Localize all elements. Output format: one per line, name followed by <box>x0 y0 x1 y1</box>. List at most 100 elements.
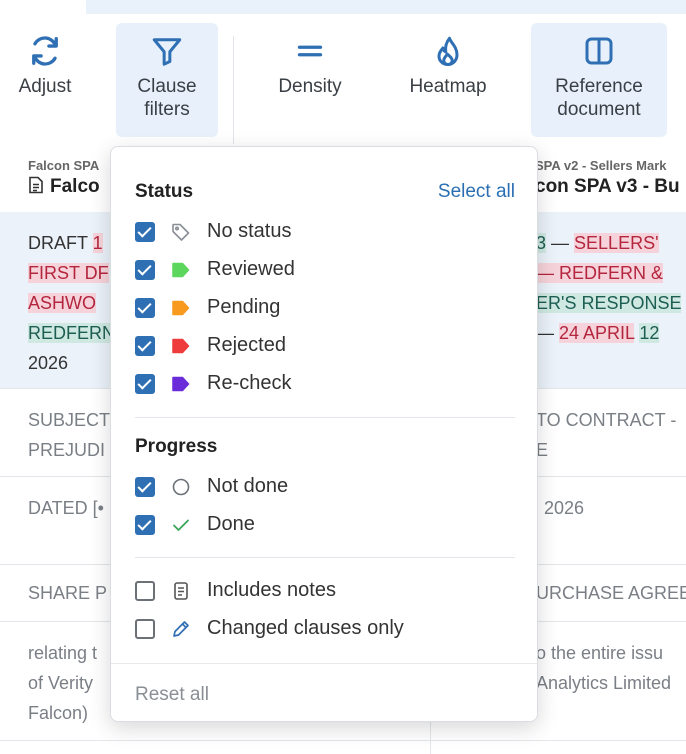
progress-section-title: Progress <box>135 436 218 457</box>
filter-no-status[interactable]: No status <box>135 219 515 249</box>
tag-purple-icon <box>169 372 193 396</box>
density-label: Density <box>278 76 342 97</box>
cell-line: 2026 <box>544 498 585 518</box>
select-all-link[interactable]: Select all <box>438 181 515 203</box>
filter-pending[interactable]: Pending <box>135 295 515 325</box>
text-segment: — <box>536 323 560 343</box>
filter-done[interactable]: Done <box>135 512 515 542</box>
right-cell: o the entire issu Analytics Limited <box>536 638 686 698</box>
checkbox[interactable] <box>135 477 155 497</box>
top-strip <box>0 0 686 14</box>
document-icon <box>29 176 43 194</box>
adjust-button[interactable]: Adjust <box>6 23 84 137</box>
filter-includes-notes[interactable]: Includes notes <box>135 578 515 608</box>
heatmap-button[interactable]: Heatmap <box>396 23 500 137</box>
adjust-label: Adjust <box>18 76 72 97</box>
deleted-text: ASHWO <box>28 293 97 313</box>
left-cell: relating t of Verity Falcon) <box>28 638 110 728</box>
filter-icon <box>149 33 185 69</box>
density-button[interactable]: Density <box>262 23 358 137</box>
cell-line: E <box>536 440 549 460</box>
left-column-title: Falco <box>28 176 100 198</box>
tag-outline-icon <box>169 220 193 244</box>
flame-icon <box>430 33 466 69</box>
filter-label: Done <box>207 513 255 535</box>
check-icon <box>169 513 193 537</box>
deleted-text: 24 APRIL <box>559 323 635 343</box>
checkbox[interactable] <box>135 222 155 242</box>
section-divider <box>135 417 515 418</box>
reference-document-button[interactable]: Reference document <box>531 23 667 137</box>
right-cell: 2026 <box>544 493 686 523</box>
filter-rejected[interactable]: Rejected <box>135 333 515 363</box>
cell-line: o the entire issu <box>536 643 664 663</box>
filter-changed-clauses-only[interactable]: Changed clauses only <box>135 616 515 646</box>
status-section-title: Status <box>135 181 194 202</box>
right-column-subtitle: SPA v2 - Sellers Mark <box>535 158 667 173</box>
deleted-text: SELLERS' <box>574 233 659 253</box>
top-strip-tint <box>86 0 686 14</box>
right-column-title: con SPA v3 - Bu <box>535 176 680 197</box>
clause-filters-popover: Status Select all No status Reviewed Pen… <box>110 146 538 722</box>
circle-icon <box>169 475 193 499</box>
checkbox[interactable] <box>135 298 155 318</box>
left-cell: SUBJECT PREJUDI <box>28 405 110 465</box>
clause-filters-label: Clause filters <box>137 76 197 120</box>
inserted-text: 12 <box>639 323 660 343</box>
right-cell: URCHASE AGREE <box>536 578 686 608</box>
refresh-icon <box>27 33 63 69</box>
tag-orange-icon <box>169 296 193 320</box>
toolbar: Adjust Clause filters Density Heatmap Re… <box>0 14 686 147</box>
cell-line: Falcon) <box>28 703 89 723</box>
text-segment: 2026 <box>28 353 69 373</box>
checkbox[interactable] <box>135 374 155 394</box>
cell-line: URCHASE AGREE <box>536 583 686 603</box>
inserted-text: ER'S RESPONSE <box>536 293 682 313</box>
filter-re-check[interactable]: Re-check <box>135 371 515 401</box>
checkbox[interactable] <box>135 336 155 356</box>
cell-line: relating t <box>28 643 98 663</box>
deleted-text: — REDFERN & <box>536 263 664 283</box>
heatmap-label: Heatmap <box>409 76 487 97</box>
cell-line: PREJUDI <box>28 440 106 460</box>
checkbox[interactable] <box>135 515 155 535</box>
tag-green-icon <box>169 258 193 282</box>
filter-label: Reviewed <box>207 258 295 280</box>
cell-line: Analytics Limited <box>536 673 672 693</box>
cell-line: TO CONTRACT - <box>536 410 677 430</box>
cell-line: SHARE P <box>28 583 108 603</box>
filter-not-done[interactable]: Not done <box>135 474 515 504</box>
deleted-text: 1 <box>92 233 103 253</box>
filter-label: No status <box>207 220 292 242</box>
right-cell: TO CONTRACT - E <box>536 405 686 465</box>
inserted-text: REDFERN <box>28 323 110 343</box>
popover-footer: Reset all <box>111 663 537 722</box>
text-segment: — <box>546 233 575 253</box>
clause-filters-button[interactable]: Clause filters <box>116 23 218 137</box>
tag-red-icon <box>169 334 193 358</box>
left-cell: DRAFT 1 FIRST DF ASHWO REDFERN 2026 <box>28 228 110 378</box>
checkbox[interactable] <box>135 581 155 601</box>
checkbox[interactable] <box>135 619 155 639</box>
cell-line: SUBJECT <box>28 410 110 430</box>
filter-label: Includes notes <box>207 579 336 601</box>
deleted-text: FIRST DF <box>28 263 109 283</box>
filter-label: Changed clauses only <box>207 617 404 639</box>
filter-label: Re-check <box>207 372 292 394</box>
reference-document-label: Reference document <box>555 76 643 120</box>
equals-icon <box>292 33 328 69</box>
right-cell: 3 — SELLERS' — REDFERN & ER'S RESPONSE —… <box>536 228 686 348</box>
reset-all-button[interactable]: Reset all <box>135 684 209 706</box>
filter-label: Not done <box>207 475 289 497</box>
left-column-subtitle: Falcon SPA <box>28 158 100 173</box>
toolbar-divider <box>233 36 234 144</box>
left-cell: DATED [• <box>28 493 110 523</box>
cell-line: of Verity <box>28 673 94 693</box>
checkbox[interactable] <box>135 260 155 280</box>
pencil-icon <box>169 617 193 641</box>
cell-line: DATED [• <box>28 498 104 518</box>
filter-reviewed[interactable]: Reviewed <box>135 257 515 287</box>
split-view-icon <box>581 33 617 69</box>
left-cell: SHARE P <box>28 578 110 608</box>
filter-label: Rejected <box>207 334 286 356</box>
